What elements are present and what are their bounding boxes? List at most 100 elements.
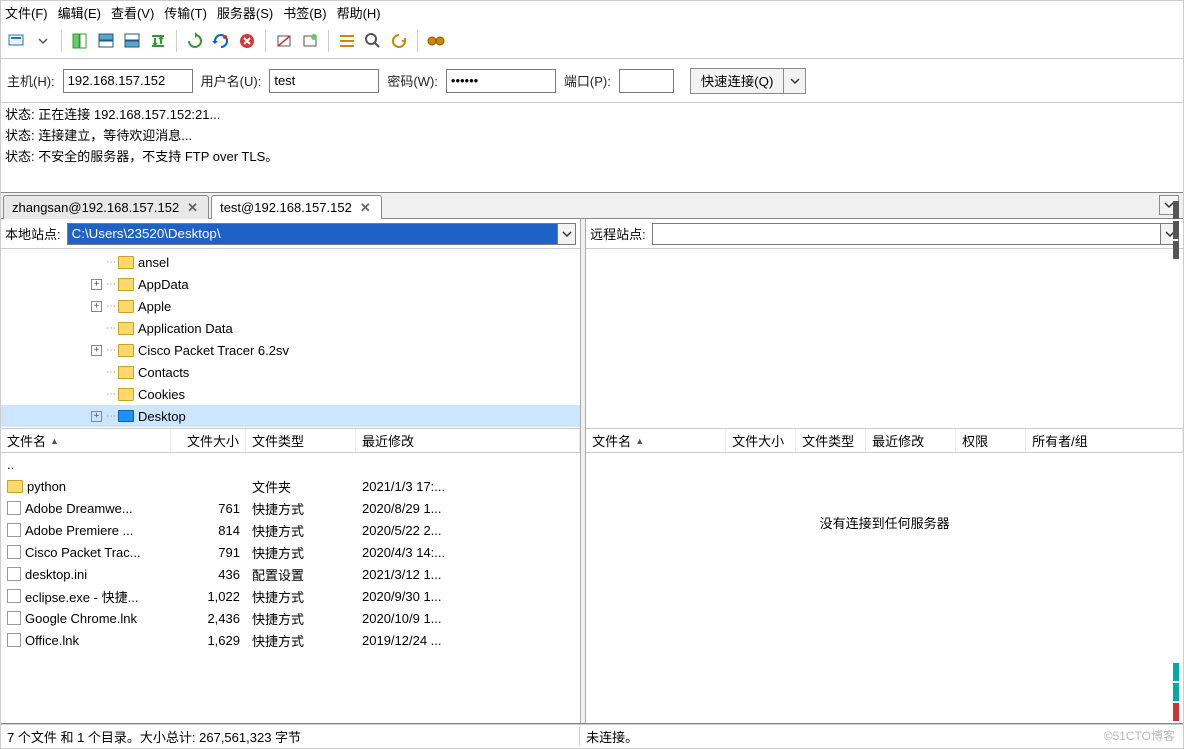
list-item[interactable]: Cisco Packet Trac...791快捷方式2020/4/3 14:.… (1, 541, 580, 563)
tab-test[interactable]: test@192.168.157.152 ✕ (211, 195, 382, 219)
list-item[interactable]: eclipse.exe - 快捷...1,022快捷方式2020/9/30 1.… (1, 585, 580, 607)
watermark: ©51CTO博客 (1104, 727, 1175, 744)
col-name[interactable]: 文件名▲ (1, 429, 171, 452)
folder-icon (118, 278, 134, 291)
expand-icon[interactable] (91, 367, 102, 378)
list-item[interactable]: Adobe Dreamwe...761快捷方式2020/8/29 1... (1, 497, 580, 519)
tree-node[interactable]: +⋯Desktop (1, 405, 580, 427)
tree-node[interactable]: ⋯Contacts (1, 361, 580, 383)
expand-icon[interactable]: + (91, 279, 102, 290)
tree-label: ansel (138, 255, 169, 270)
log-line: 状态: 不安全的服务器，不支持 FTP over TLS。 (5, 147, 1179, 168)
dropdown-icon[interactable] (31, 29, 55, 53)
quickconnect-bar: 主机(H): 用户名(U): 密码(W): 端口(P): 快速连接(Q) (1, 59, 1183, 103)
col-name[interactable]: 文件名▲ (586, 429, 726, 452)
folder-icon (118, 322, 134, 335)
disconnect-icon[interactable] (272, 29, 296, 53)
col-type[interactable]: 文件类型 (796, 429, 866, 452)
local-pane: 本地站点: ⋯ansel+⋯AppData+⋯Apple⋯Application… (1, 219, 580, 723)
tree-node[interactable]: +⋯Cisco Packet Tracer 6.2sv (1, 339, 580, 361)
reconnect-icon[interactable] (298, 29, 322, 53)
remote-path-input[interactable] (653, 224, 1160, 244)
tab-zhangsan[interactable]: zhangsan@192.168.157.152 ✕ (3, 195, 209, 219)
tree-label: Contacts (138, 365, 189, 380)
host-input[interactable] (63, 69, 193, 93)
expand-icon[interactable]: + (91, 411, 102, 422)
connection-tabs: zhangsan@192.168.157.152 ✕ test@192.168.… (1, 193, 1183, 219)
list-item[interactable]: .. (1, 453, 580, 475)
tree-label: AppData (138, 277, 189, 292)
tree-node[interactable]: +⋯Apple (1, 295, 580, 317)
list-item[interactable]: Google Chrome.lnk2,436快捷方式2020/10/9 1... (1, 607, 580, 629)
tree-label: Application Data (138, 321, 233, 336)
toggle-local-tree-icon[interactable] (94, 29, 118, 53)
tree-label: Apple (138, 299, 171, 314)
pass-label: 密码(W): (387, 71, 438, 90)
list-item[interactable]: Office.lnk1,629快捷方式2019/12/24 ... (1, 629, 580, 651)
site-manager-icon[interactable] (5, 29, 29, 53)
compare-icon[interactable] (387, 29, 411, 53)
col-size[interactable]: 文件大小 (171, 429, 246, 452)
toggle-log-icon[interactable] (68, 29, 92, 53)
chevron-down-icon[interactable] (557, 224, 575, 244)
menu-file[interactable]: 文件(F) (5, 3, 48, 22)
search-icon[interactable] (424, 29, 448, 53)
user-input[interactable] (269, 69, 379, 93)
close-icon[interactable]: ✕ (185, 200, 200, 216)
port-input[interactable] (619, 69, 674, 93)
file-icon (7, 545, 21, 559)
menu-transfer[interactable]: 传输(T) (164, 3, 207, 22)
refresh-icon[interactable] (183, 29, 207, 53)
file-icon (7, 633, 21, 647)
col-type[interactable]: 文件类型 (246, 429, 356, 452)
col-owner[interactable]: 所有者/组 (1026, 429, 1183, 452)
local-file-list[interactable]: ..python文件夹2021/1/3 17:...Adobe Dreamwe.… (1, 453, 580, 723)
menu-server[interactable]: 服务器(S) (217, 3, 273, 22)
status-remote: 未连接。 (580, 727, 1183, 746)
menu-edit[interactable]: 编辑(E) (58, 3, 101, 22)
list-item[interactable]: Adobe Premiere ...814快捷方式2020/5/22 2... (1, 519, 580, 541)
expand-icon[interactable] (91, 389, 102, 400)
expand-icon[interactable] (91, 323, 102, 334)
quickconnect-dropdown[interactable] (784, 68, 806, 94)
menu-view[interactable]: 查看(V) (111, 3, 154, 22)
folder-icon (118, 300, 134, 313)
remote-path-combo[interactable] (652, 223, 1179, 245)
cancel-icon[interactable] (235, 29, 259, 53)
file-icon (7, 567, 21, 581)
expand-icon[interactable]: + (91, 345, 102, 356)
side-indicator (1172, 201, 1180, 721)
tree-node[interactable]: ⋯Cookies (1, 383, 580, 405)
close-icon[interactable]: ✕ (358, 200, 373, 216)
local-path-input[interactable] (68, 224, 558, 244)
quickconnect-button[interactable]: 快速连接(Q) (690, 68, 785, 94)
log-line: 状态: 连接建立，等待欢迎消息... (5, 126, 1179, 147)
file-list-icon[interactable] (335, 29, 359, 53)
pass-input[interactable] (446, 69, 556, 93)
col-perm[interactable]: 权限 (956, 429, 1026, 452)
expand-icon[interactable]: + (91, 301, 102, 312)
col-size[interactable]: 文件大小 (726, 429, 796, 452)
menu-help[interactable]: 帮助(H) (337, 3, 381, 22)
filter-icon[interactable] (361, 29, 385, 53)
local-path-combo[interactable] (67, 223, 577, 245)
expand-icon[interactable] (91, 257, 102, 268)
file-icon (7, 480, 23, 493)
local-tree[interactable]: ⋯ansel+⋯AppData+⋯Apple⋯Application Data+… (1, 249, 580, 429)
port-label: 端口(P): (564, 71, 611, 90)
tree-node[interactable]: ⋯ansel (1, 251, 580, 273)
process-queue-icon[interactable] (209, 29, 233, 53)
list-item[interactable]: desktop.ini436配置设置2021/3/12 1... (1, 563, 580, 585)
tree-node[interactable]: ⋯Application Data (1, 317, 580, 339)
remote-tree[interactable] (586, 249, 1183, 429)
col-date[interactable]: 最近修改 (866, 429, 956, 452)
file-icon (7, 501, 21, 515)
list-item[interactable]: python文件夹2021/1/3 17:... (1, 475, 580, 497)
toggle-queue-icon[interactable] (146, 29, 170, 53)
tree-node[interactable]: +⋯AppData (1, 273, 580, 295)
toggle-remote-tree-icon[interactable] (120, 29, 144, 53)
remote-empty-msg: 没有连接到任何服务器 (586, 453, 1183, 723)
col-date[interactable]: 最近修改 (356, 429, 580, 452)
message-log[interactable]: 状态: 正在连接 192.168.157.152:21... 状态: 连接建立，… (1, 103, 1183, 193)
menu-bookmarks[interactable]: 书签(B) (283, 3, 326, 22)
